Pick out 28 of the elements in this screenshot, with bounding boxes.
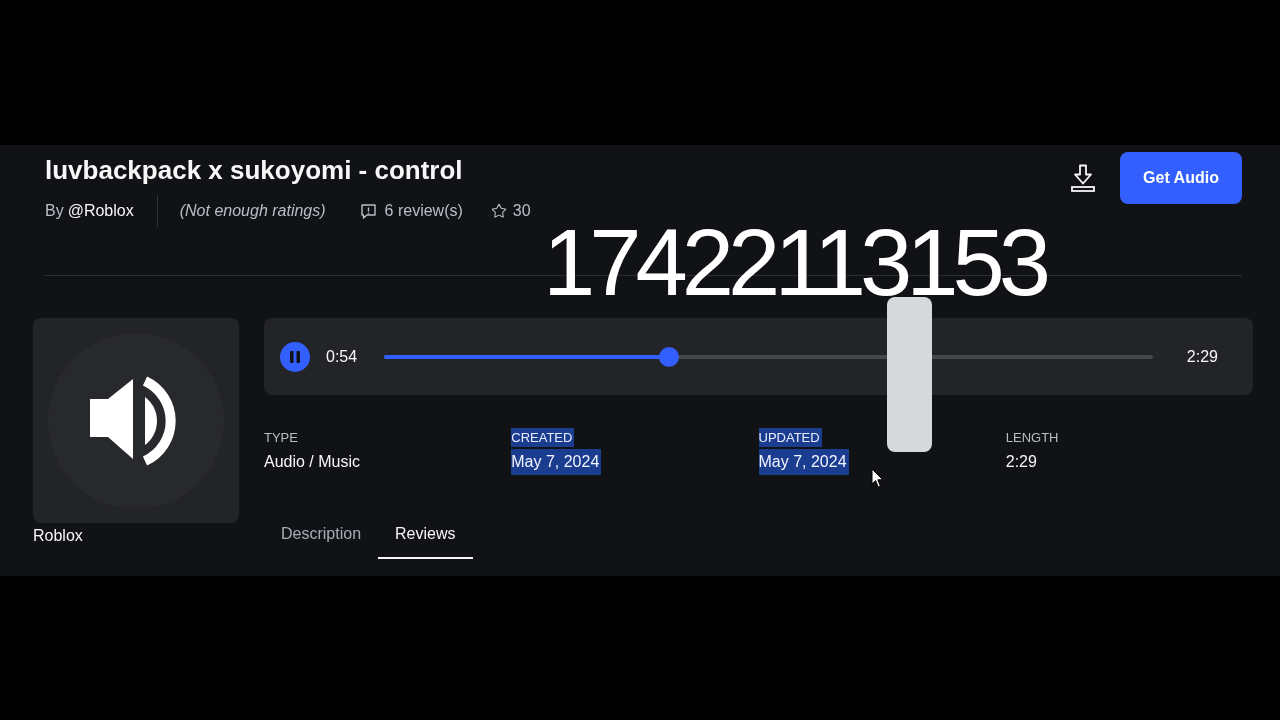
detail-value: Audio / Music xyxy=(264,452,361,472)
mouse-cursor-icon xyxy=(871,468,884,488)
tab[interactable]: Reviews xyxy=(378,515,473,559)
asset-title: luvbackpack x sukoyomi - control xyxy=(45,154,464,186)
favorites-count: 30 xyxy=(512,201,531,221)
by-label: By xyxy=(45,201,64,221)
star-icon xyxy=(490,203,507,219)
detail-label: LENGTH xyxy=(1005,429,1059,447)
elapsed-time: 0:54 xyxy=(326,346,358,367)
get-audio-button[interactable]: Get Audio xyxy=(1120,152,1242,204)
download-icon[interactable] xyxy=(1071,164,1095,192)
play-pause-button[interactable] xyxy=(280,341,310,372)
progress-thumb[interactable] xyxy=(658,346,679,367)
thumbnail-caption: Roblox xyxy=(33,526,83,546)
tab[interactable]: Description xyxy=(264,515,379,559)
comment-icon xyxy=(360,203,376,219)
detail-label: UPDATED xyxy=(758,428,822,447)
creator-link[interactable]: @Roblox xyxy=(67,199,134,223)
duration-time: 2:29 xyxy=(1186,346,1218,367)
detail-value: May 7, 2024 xyxy=(511,449,602,475)
rating-text: (Not enough ratings) xyxy=(179,201,326,221)
detail-label: CREATED xyxy=(511,428,575,447)
detail-value: 2:29 xyxy=(1005,452,1037,472)
overlay-number: 17422113153 xyxy=(543,216,1046,310)
reviews-count: 6 review(s) xyxy=(384,201,463,221)
pause-icon xyxy=(290,350,300,363)
detail-label: TYPE xyxy=(264,429,298,447)
detail-value: May 7, 2024 xyxy=(758,449,849,475)
